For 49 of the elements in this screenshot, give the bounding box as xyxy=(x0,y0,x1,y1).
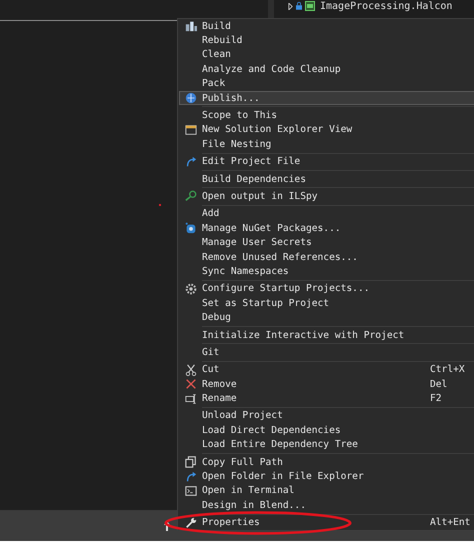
menu-item[interactable]: Set as Startup Project xyxy=(179,296,474,310)
lock-icon xyxy=(296,2,302,10)
window-icon xyxy=(185,124,197,136)
menu-item[interactable]: Scope to This xyxy=(179,108,474,123)
menu-item[interactable]: Copy Full Path xyxy=(179,454,474,470)
menu-item[interactable]: Publish... xyxy=(179,90,474,106)
menu-item[interactable]: Initialize Interactive with Project xyxy=(179,328,474,342)
scissors-icon xyxy=(185,364,197,376)
menu-item[interactable]: Debug xyxy=(179,310,474,325)
menu-item[interactable]: File Nesting xyxy=(179,137,474,152)
menu-item[interactable]: Build xyxy=(179,19,474,34)
copy-icon xyxy=(185,456,197,468)
menu-item[interactable]: Git xyxy=(179,345,474,360)
text-cursor-icon xyxy=(185,392,197,405)
terminal-icon xyxy=(185,484,197,497)
menu-item[interactable]: Clean xyxy=(179,48,474,62)
menu-item[interactable]: Design in Blend... xyxy=(179,498,474,512)
menu-item[interactable]: Cut Ctrl+X xyxy=(179,362,474,377)
menu-item[interactable]: New Solution Explorer View xyxy=(179,122,474,138)
menu-item[interactable]: Load Entire Dependency Tree xyxy=(179,438,474,452)
menu-item[interactable]: Edit Project File xyxy=(179,154,474,169)
tree-item[interactable]: ImageProcessing.Halcon xyxy=(320,0,452,12)
menu-item[interactable]: Manage NuGet Packages... xyxy=(179,221,474,236)
magnifier-icon xyxy=(185,190,197,202)
menu-item[interactable]: Rename F2 xyxy=(179,391,474,406)
menu-item[interactable]: Pack xyxy=(179,76,474,91)
menu-item[interactable]: Rebuild xyxy=(179,33,474,48)
curved-arrow-icon xyxy=(185,470,197,483)
project-icon xyxy=(305,1,315,11)
curved-arrow-icon xyxy=(185,156,197,168)
menu-item[interactable]: Properties Alt+Ent xyxy=(179,516,474,530)
close-icon xyxy=(185,378,197,390)
menu-item[interactable]: Configure Startup Projects... xyxy=(179,282,474,296)
menu-item[interactable]: Load Direct Dependencies xyxy=(179,423,474,438)
menu-item[interactable]: Remove Unused References... xyxy=(179,250,474,264)
menu-item[interactable]: Open output in ILSpy xyxy=(179,189,474,204)
arrow-up-icon[interactable] xyxy=(164,521,170,531)
menu-item[interactable]: Unload Project xyxy=(179,408,474,424)
expand-icon[interactable] xyxy=(288,2,293,10)
menu-item[interactable]: Sync Namespaces xyxy=(179,264,474,279)
menu-item[interactable]: Analyze and Code Cleanup xyxy=(179,62,474,77)
menu-item[interactable]: Remove Del xyxy=(179,376,474,392)
menu-item[interactable]: Build Dependencies xyxy=(179,172,474,186)
package-icon xyxy=(185,222,197,234)
menu-item[interactable]: Open in Terminal xyxy=(179,484,474,498)
menu-item[interactable]: Add xyxy=(179,206,474,222)
menu-item[interactable]: Manage User Secrets xyxy=(179,235,474,250)
menu-item[interactable]: Open Folder in File Explorer xyxy=(179,469,474,484)
settings-icon xyxy=(185,282,197,295)
